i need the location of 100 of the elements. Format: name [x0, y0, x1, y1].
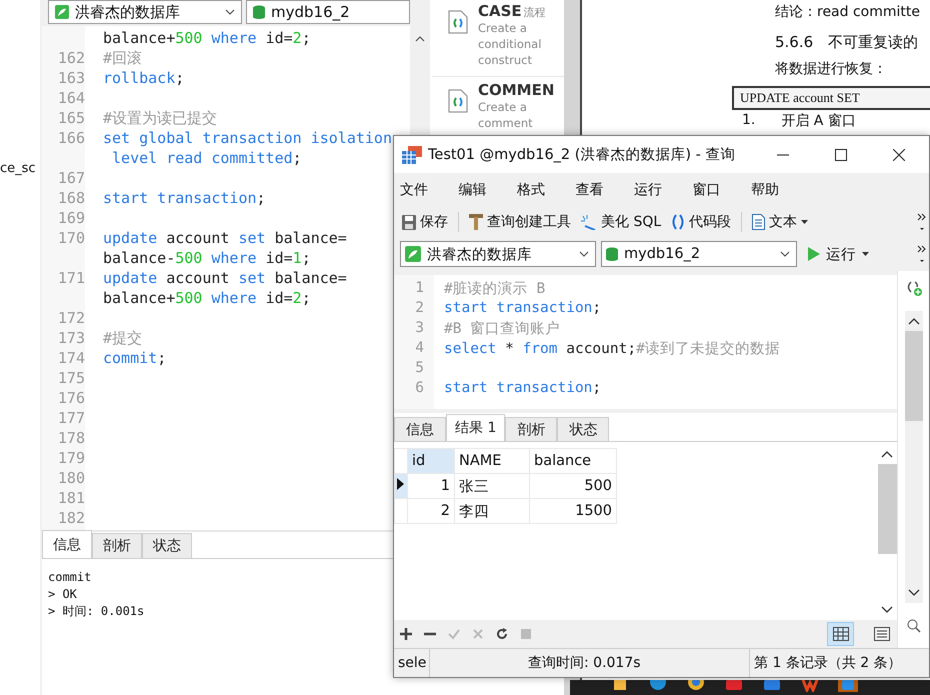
- connection-dropdown[interactable]: 洪睿杰的数据库: [400, 241, 596, 267]
- scroll-up-icon[interactable]: [908, 317, 920, 325]
- result-tab[interactable]: 剖析: [505, 417, 558, 441]
- code-block: UPDATE account SET: [732, 86, 930, 110]
- taskbar-icon[interactable]: [800, 680, 820, 692]
- message-line: > OK: [48, 586, 78, 603]
- line-number: 2: [414, 300, 424, 316]
- panel-tab[interactable]: 剖析: [92, 533, 142, 558]
- menu-item[interactable]: 查看: [576, 181, 634, 199]
- database-icon: [606, 246, 618, 262]
- message-line: commit: [48, 569, 92, 586]
- toolbar-button[interactable]: 美化 SQL: [579, 213, 664, 231]
- document-text: 结论：read committe: [775, 3, 921, 22]
- column-header[interactable]: id: [408, 448, 454, 474]
- code-line: #提交: [103, 328, 142, 348]
- scroll-down-icon[interactable]: [908, 589, 920, 597]
- taskbar-icon[interactable]: [762, 680, 782, 692]
- side-text: ce_sc: [0, 161, 36, 176]
- line-number: 166: [58, 129, 85, 147]
- dolphin-icon: [55, 5, 69, 19]
- document-icon: [752, 214, 766, 230]
- menu-item[interactable]: 编辑: [458, 181, 517, 199]
- column-header[interactable]: NAME: [454, 448, 530, 474]
- overflow-chevron-icon[interactable]: [917, 244, 927, 264]
- line-number: 172: [58, 309, 85, 327]
- menu-item[interactable]: 帮助: [751, 181, 810, 199]
- scrollbar[interactable]: [904, 311, 922, 603]
- code-line: rollback;: [103, 69, 184, 87]
- table-cell: 张三: [454, 474, 530, 498]
- line-number: 163: [58, 69, 85, 87]
- line-number: 6: [414, 380, 424, 396]
- toolbar-button[interactable]: 文本: [750, 213, 810, 231]
- table-icon: [402, 146, 422, 164]
- grid-icon: [832, 627, 848, 641]
- taskbar-icon[interactable]: [648, 680, 668, 692]
- toolbar-button[interactable]: 查询创建工具: [467, 213, 573, 231]
- scroll-up-icon[interactable]: [415, 36, 425, 42]
- brackets-icon: [671, 214, 686, 230]
- snippet-title: CASE: [478, 2, 522, 20]
- message-line: > 时间: 0.001s: [48, 603, 146, 620]
- menu-item[interactable]: 窗口: [692, 181, 751, 199]
- panel-tab[interactable]: 信息: [42, 530, 92, 558]
- line-number: 175: [58, 369, 85, 387]
- document-text: 将数据进行恢复：: [775, 60, 888, 79]
- file-brackets-icon: [448, 89, 468, 113]
- menu-item[interactable]: 文件: [400, 181, 458, 199]
- line-number: 164: [58, 89, 85, 107]
- database-dropdown[interactable]: mydb16_2: [246, 0, 410, 24]
- grid-view-button[interactable]: [827, 622, 854, 646]
- add-icon[interactable]: [400, 628, 412, 640]
- floppy-icon: [402, 214, 416, 230]
- document-heading: 5.6.6 不可重复读的: [775, 33, 920, 52]
- result-tab[interactable]: 状态: [557, 417, 610, 441]
- snippet-tag: 流程: [524, 5, 546, 20]
- chevron-down-icon: [780, 251, 790, 257]
- toolbar-button[interactable]: 保存: [400, 213, 450, 231]
- close-icon[interactable]: [893, 148, 905, 160]
- status-text: sele: [394, 649, 430, 677]
- chevron-down-icon: [579, 251, 589, 257]
- code-line: #脏读的演示 B: [444, 280, 546, 298]
- code-line: select * from account;#读到了未提交的数据: [444, 340, 780, 358]
- t-square-icon: [469, 214, 483, 230]
- step-number: 1.: [742, 112, 756, 130]
- table-cell: 1500: [530, 498, 616, 524]
- line-number: 173: [58, 329, 85, 347]
- toolbar-button[interactable]: 代码段: [669, 213, 734, 231]
- caret-icon: [862, 252, 869, 256]
- code-line: start transaction;: [444, 300, 602, 316]
- search-icon[interactable]: [906, 619, 920, 633]
- connection-dropdown[interactable]: 洪睿杰的数据库: [48, 0, 242, 24]
- column-header[interactable]: balance: [530, 448, 616, 474]
- line-number: 169: [58, 209, 85, 227]
- panel-tab[interactable]: 状态: [142, 533, 192, 558]
- form-icon: [874, 627, 890, 641]
- result-tab[interactable]: 结果 1: [446, 414, 506, 441]
- line-number: 178: [58, 429, 85, 447]
- chevron-down-icon: [225, 9, 235, 15]
- code-line: start transaction;: [103, 189, 266, 207]
- scroll-down-icon[interactable]: [881, 606, 893, 614]
- refresh-icon[interactable]: [496, 628, 508, 640]
- line-number: 5: [414, 360, 424, 376]
- scroll-up-icon[interactable]: [881, 450, 893, 458]
- maximize-icon[interactable]: [835, 148, 847, 160]
- check-icon[interactable]: [448, 628, 460, 640]
- menu-item[interactable]: 运行: [634, 181, 692, 199]
- code-line: #B 窗口查询账户: [444, 320, 560, 338]
- result-tab[interactable]: 信息: [394, 417, 446, 441]
- menu-item[interactable]: 格式: [517, 181, 576, 199]
- code-line: #回滚: [103, 48, 142, 68]
- overflow-chevron-icon[interactable]: [917, 212, 927, 232]
- current-row-marker[interactable]: [394, 474, 408, 498]
- run-button[interactable]: 运行: [808, 244, 869, 264]
- table-cell: 李四: [454, 498, 530, 524]
- table-cell: 1: [408, 474, 454, 498]
- line-number: 170: [58, 229, 85, 247]
- line-number: 162: [58, 49, 85, 67]
- line-number: 171: [58, 269, 85, 287]
- line-number: 179: [58, 449, 85, 467]
- play-icon: [808, 247, 820, 261]
- database-dropdown[interactable]: mydb16_2: [601, 241, 797, 267]
